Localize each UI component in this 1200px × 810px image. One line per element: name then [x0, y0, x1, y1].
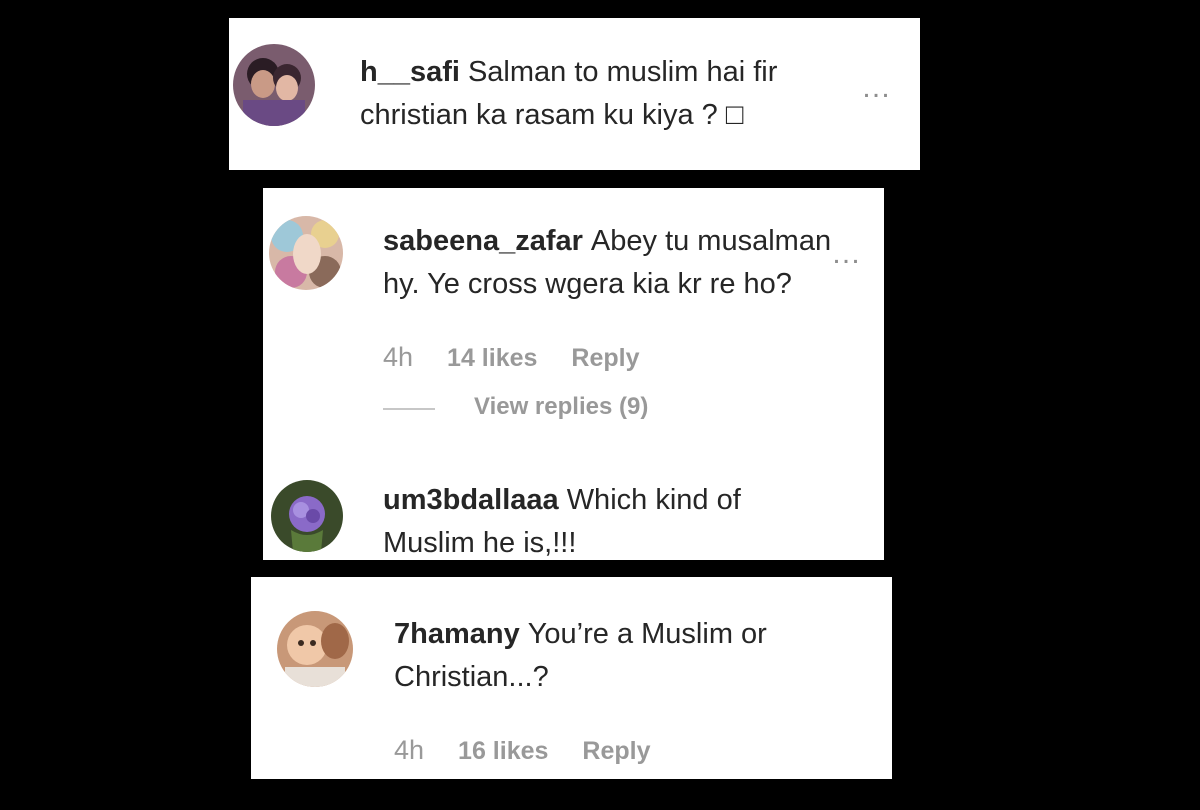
avatar[interactable] — [271, 480, 343, 552]
comment-text: um3bdallaaa Which kind of Muslim he is,!!… — [383, 479, 843, 565]
comment-body-line2: hy. Ye cross wgera kia kr re ho? — [383, 268, 792, 300]
comment-body-line2: christian ka rasam ku kiya ? □ — [360, 99, 744, 131]
comment-text: h__safi Salman to muslim hai fir christia… — [360, 51, 880, 137]
comment-card-7hamany: 7hamany You’re a Muslim or Christian...? … — [251, 577, 892, 779]
replies-divider — [383, 408, 435, 410]
comment-meta: 4h 16 likes Reply — [394, 735, 685, 766]
view-replies-button[interactable]: View replies (9) — [474, 393, 648, 421]
comment-body: You’re a Muslim or — [527, 618, 767, 650]
comment-body: Which kind of — [566, 484, 741, 516]
comment-username[interactable]: h__safi — [360, 56, 460, 88]
reply-button[interactable]: Reply — [582, 737, 650, 766]
avatar[interactable] — [269, 216, 343, 290]
comment-text: 7hamany You’re a Muslim or Christian...? — [394, 613, 864, 699]
more-options-icon[interactable]: … — [831, 239, 863, 269]
comment-username[interactable]: sabeena_zafar — [383, 225, 583, 257]
comment-meta: 4h 14 likes Reply — [383, 342, 674, 373]
comment-username[interactable]: 7hamany — [394, 618, 520, 650]
comment-body: Salman to muslim hai fir — [467, 56, 778, 88]
comment-body-line2: Christian...? — [394, 661, 549, 693]
more-options-icon[interactable]: … — [861, 73, 893, 103]
avatar[interactable] — [233, 44, 315, 126]
comment-card-sabeena-zafar: sabeena_zafar Abey tu musalman hy. Ye cro… — [263, 188, 884, 560]
avatar[interactable] — [277, 611, 353, 687]
comment-time[interactable]: 4h — [394, 735, 424, 766]
reply-button[interactable]: Reply — [571, 344, 639, 373]
comment-username[interactable]: um3bdallaaa — [383, 484, 559, 516]
comment-body-line2: Muslim he is,!!! — [383, 527, 577, 559]
likes-count[interactable]: 16 likes — [458, 737, 548, 766]
comment-card-h-safi: h__safi Salman to muslim hai fir christia… — [229, 18, 920, 170]
likes-count[interactable]: 14 likes — [447, 344, 537, 373]
comment-time[interactable]: 4h — [383, 342, 413, 373]
comment-body: Abey tu musalman — [590, 225, 832, 257]
comment-text: sabeena_zafar Abey tu musalman hy. Ye cro… — [383, 220, 843, 306]
